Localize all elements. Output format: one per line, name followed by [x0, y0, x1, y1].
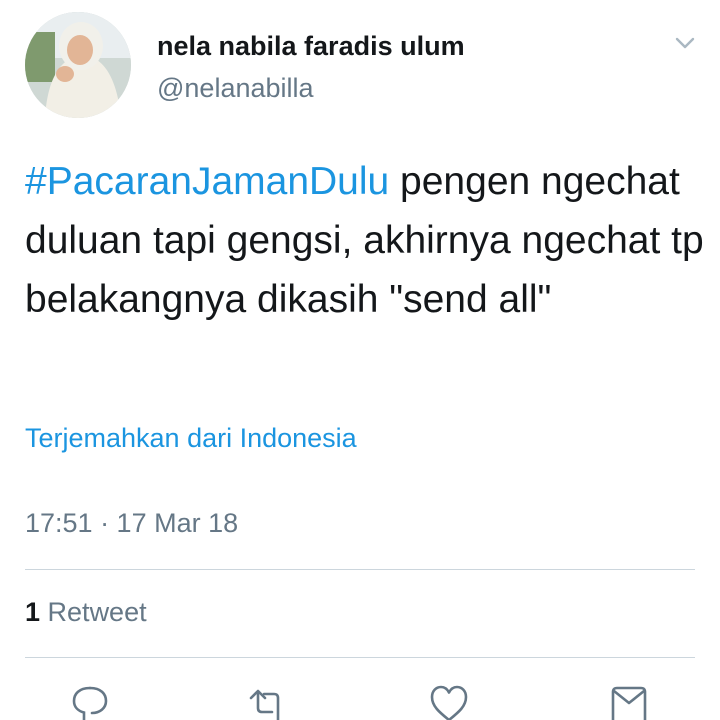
chevron-down-icon[interactable]	[670, 30, 700, 54]
like-icon[interactable]	[429, 684, 469, 720]
avatar[interactable]	[25, 12, 131, 118]
retweet-label: Retweet	[47, 597, 147, 627]
hashtag-link[interactable]: #PacaranJamanDulu	[25, 160, 389, 203]
avatar-photo	[25, 12, 131, 118]
retweet-stat[interactable]: 1 Retweet	[25, 597, 147, 628]
direct-message-icon[interactable]	[609, 684, 649, 720]
retweet-count: 1	[25, 597, 41, 627]
translate-link[interactable]: Terjemahkan dari Indonesia	[25, 423, 357, 454]
author-handle[interactable]: @nelanabilla	[157, 73, 314, 104]
retweet-icon[interactable]	[248, 684, 288, 720]
author-display-name[interactable]: nela nabila faradis ulum	[157, 31, 465, 62]
tweet-text: #PacaranJamanDulu pengen ngechat duluan …	[25, 152, 705, 329]
divider	[25, 657, 695, 658]
tweet-timestamp[interactable]: 17:51 · 17 Mar 18	[25, 508, 238, 539]
divider	[25, 569, 695, 570]
reply-icon[interactable]	[70, 684, 110, 720]
